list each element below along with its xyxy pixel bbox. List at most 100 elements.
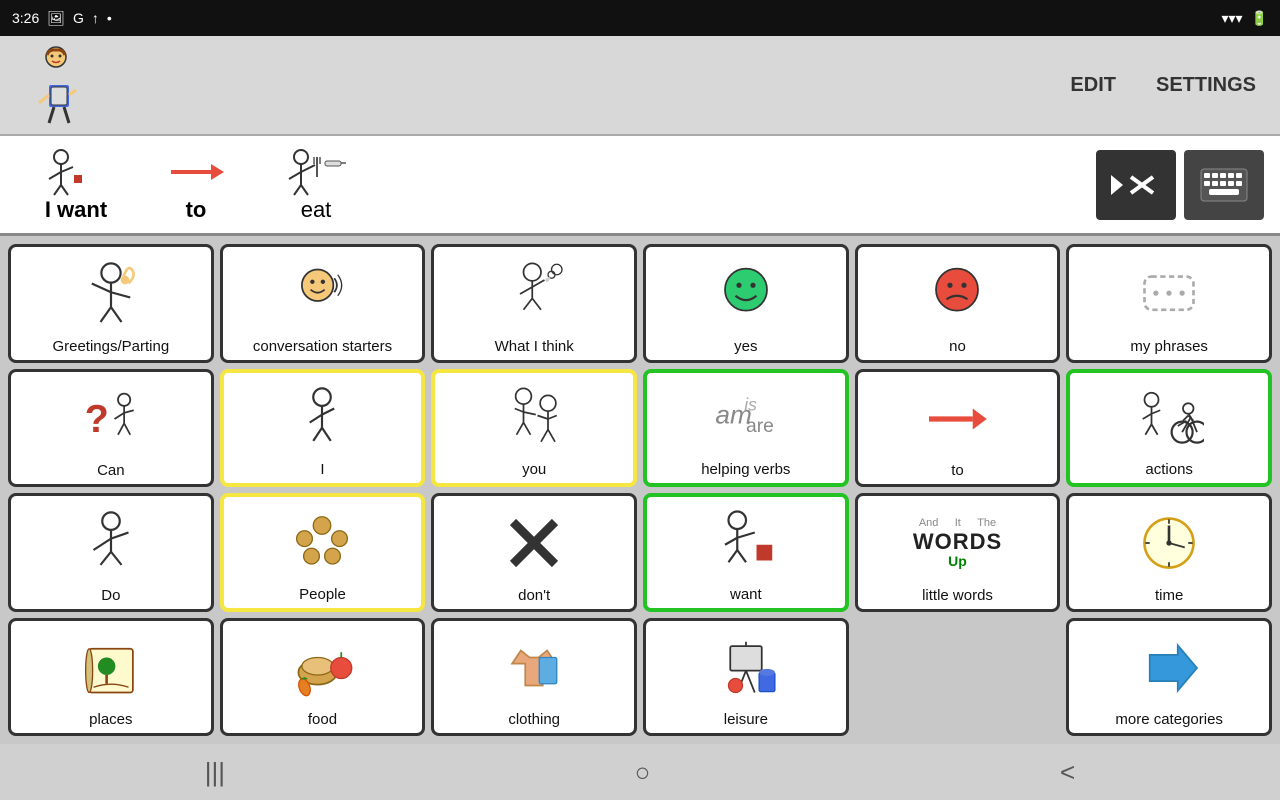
svg-text:?: ? [85,397,109,441]
svg-text:is: is [744,394,757,414]
actions-icon [1134,379,1204,460]
backspace-button[interactable] [1096,150,1176,220]
cell-my-phrases[interactable]: my phrases [1066,244,1272,363]
nav-prev-button[interactable]: < [1036,749,1099,796]
cell-dont[interactable]: don't [431,493,637,612]
places-icon [76,627,146,710]
keyboard-button[interactable] [1184,150,1264,220]
cell-time[interactable]: time [1066,493,1272,612]
dont-svg [499,508,569,578]
to-cell-label: to [951,462,964,480]
lw-it: It [955,517,961,529]
can-label: Can [97,462,125,480]
want-svg [711,508,781,578]
yes-svg [711,259,781,329]
greetings-label: Greetings/Parting [52,338,169,356]
cell-places[interactable]: places [8,618,214,737]
cell-what-i-think[interactable]: What I think [431,244,637,363]
want-label: want [730,586,762,604]
do-svg [76,508,146,578]
nav-back-button[interactable]: ||| [181,749,249,796]
conversation-svg [287,259,357,329]
cell-you[interactable]: you [431,369,637,488]
nav-home-button[interactable]: ○ [611,749,675,796]
cell-helping-verbs[interactable]: am is are helping verbs [643,369,849,488]
cell-food[interactable]: food [220,618,426,737]
cell-want[interactable]: want [643,493,849,612]
no-svg [922,259,992,329]
status-right: ▾▾▾ 🔋 [1221,10,1268,27]
phrases-icon [1134,253,1204,336]
yes-label: yes [734,338,757,356]
think-icon [499,253,569,336]
want-icon [711,503,781,584]
top-bar: EDIT SETTINGS [0,36,1280,136]
cell-do[interactable]: Do [8,493,214,612]
to-svg [166,152,226,192]
photo-icon: 🖼 [47,10,65,27]
no-label: no [949,338,966,356]
sentence-word-to: to [136,143,256,227]
cell-little-words[interactable]: And It The WORDS Up little words [855,493,1061,612]
time-icon [1134,502,1204,585]
cell-actions[interactable]: actions [1066,369,1272,488]
eat-text: eat [301,197,332,223]
you-svg [499,384,569,454]
you-label: you [522,461,546,479]
helping-verbs-svg: am is are [711,384,781,454]
cell-to[interactable]: to [855,369,1061,488]
clothing-label: clothing [508,711,560,729]
keyboard-icon [1199,165,1249,205]
sentence-actions [1096,150,1264,220]
clothing-svg [499,633,569,703]
cell-can[interactable]: ? Can [8,369,214,488]
think-label: What I think [495,338,574,356]
lw-and: And [919,517,939,529]
status-time: 3:26 [12,10,39,26]
little-words-icon: And It The WORDS Up [913,502,1002,585]
dont-icon [499,502,569,585]
app-logo-svg [21,45,91,125]
to-cell-svg [922,384,992,454]
people-label: People [299,586,346,604]
status-left: 3:26 🖼 G ↑ • [12,10,112,27]
status-bar: 3:26 🖼 G ↑ • ▾▾▾ 🔋 [0,0,1280,36]
actions-svg [1134,384,1204,454]
can-svg: ? [76,384,146,454]
edit-button[interactable]: EDIT [1062,70,1124,101]
to-text: to [186,197,207,223]
places-svg [76,633,146,703]
food-label: food [308,711,337,729]
cell-clothing[interactable]: clothing [431,618,637,737]
cell-conversation-starters[interactable]: conversation starters [220,244,426,363]
greetings-svg [76,259,146,329]
app-logo [16,45,96,125]
cell-more-categories[interactable]: more categories [1066,618,1272,737]
time-svg [1134,508,1204,578]
sentence-bar: I want to [0,136,1280,236]
conversation-icon [287,253,357,336]
nav-bar: ||| ○ < [0,744,1280,800]
svg-text:are: are [746,416,774,437]
cell-leisure[interactable]: leisure [643,618,849,737]
think-svg [499,259,569,329]
can-icon: ? [76,378,146,461]
food-svg [287,633,357,703]
eat-icon [281,147,351,197]
cell-people[interactable]: People [220,493,426,612]
cell-no[interactable]: no [855,244,1061,363]
g-icon: G [73,10,84,26]
settings-button[interactable]: SETTINGS [1148,70,1264,101]
sentence-word-iwant: I want [16,143,136,227]
greetings-icon [76,253,146,336]
helping-verbs-label: helping verbs [701,461,790,479]
phrases-label: my phrases [1130,338,1208,356]
you-icon [499,379,569,460]
sentence-word-eat: eat [256,143,376,227]
cell-i[interactable]: I [220,369,426,488]
cell-yes[interactable]: yes [643,244,849,363]
little-words-label: little words [922,587,993,605]
iwant-icon [41,147,111,197]
backspace-icon [1111,165,1161,205]
cell-greetings-parting[interactable]: Greetings/Parting [8,244,214,363]
